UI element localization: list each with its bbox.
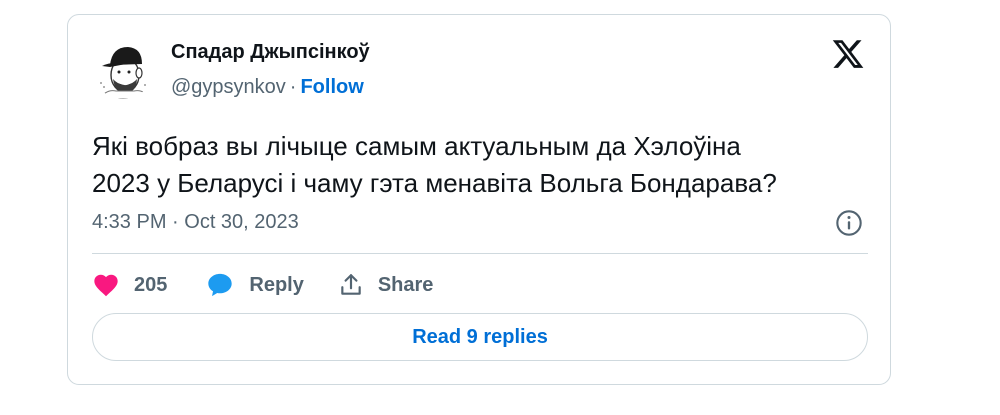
like-count: 205: [134, 273, 168, 296]
divider: [92, 253, 868, 254]
read-replies-button[interactable]: Read 9 replies: [92, 313, 868, 361]
x-logo-icon[interactable]: [831, 37, 865, 71]
tweet-card: Спадар Джыпсінкоў @gypsynkov · Follow Які …: [67, 14, 891, 385]
share-button[interactable]: Share: [338, 272, 434, 298]
author-handle-row: @gypsynkov · Follow: [171, 76, 364, 99]
tweet-text-line-1: Які вобраз вы лічыце самым актуальным да…: [92, 131, 741, 161]
reply-label: Reply: [249, 273, 304, 296]
reply-bubble-icon: [208, 273, 233, 297]
follow-button[interactable]: Follow: [300, 76, 363, 98]
tweet-text: Які вобраз вы лічыце самым актуальным да…: [92, 128, 868, 202]
author-handle[interactable]: @gypsynkov: [171, 76, 286, 98]
tweet-text-line-2: 2023 у Беларусі і чаму гэта менавіта Вол…: [92, 168, 777, 198]
read-replies-label: Read 9 replies: [412, 325, 548, 348]
handle-separator: ·: [289, 76, 297, 98]
reply-button[interactable]: Reply: [205, 271, 304, 299]
share-label: Share: [377, 273, 434, 296]
author-display-name[interactable]: Спадар Джыпсінкоў: [171, 41, 370, 64]
heart-icon: [94, 274, 118, 297]
avatar[interactable]: [92, 37, 154, 99]
like-button[interactable]: 205: [92, 271, 167, 299]
info-icon[interactable]: [835, 209, 863, 237]
share-icon: [341, 274, 361, 295]
action-bar: 205 Reply Share: [92, 269, 433, 301]
avatar-cartoon: [99, 47, 151, 99]
tweet-timestamp[interactable]: 4:33 PM · Oct 30, 2023: [92, 211, 299, 234]
